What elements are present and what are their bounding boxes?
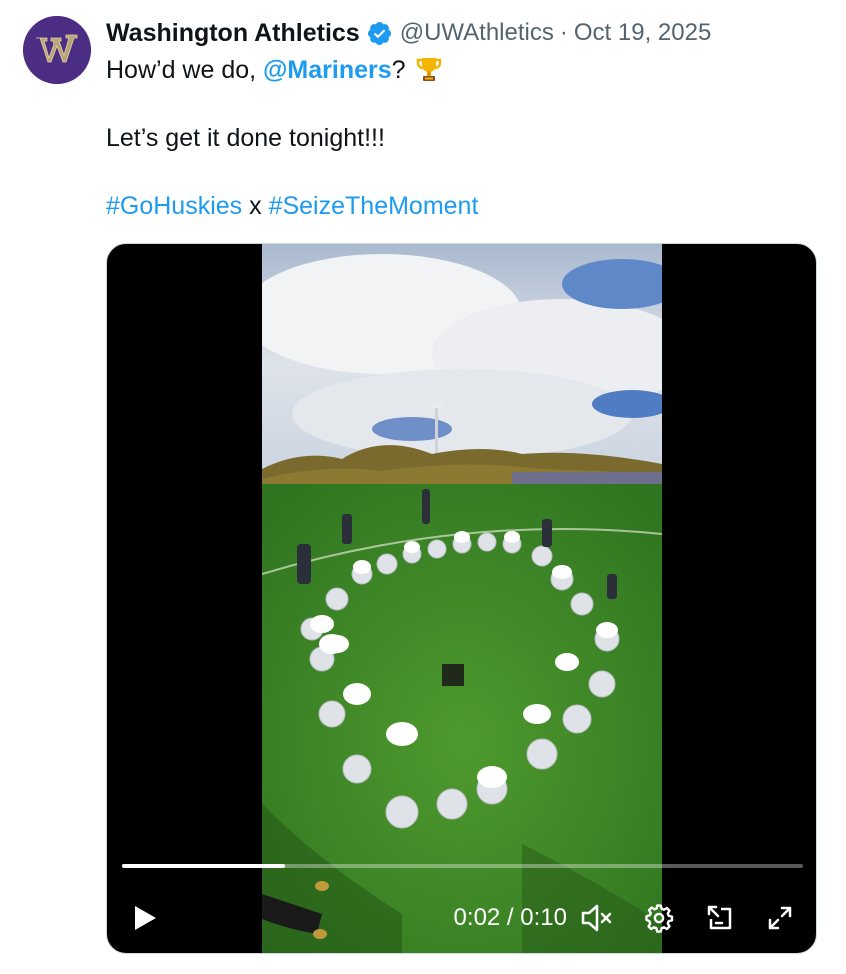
avatar[interactable] <box>23 16 91 84</box>
settings-button[interactable] <box>637 888 681 948</box>
volume-muted-icon <box>581 904 612 932</box>
hashtag-link[interactable]: #GoHuskies <box>106 192 242 220</box>
uw-logo-icon <box>23 16 91 84</box>
hashtag-joiner: x <box>242 192 269 220</box>
settings-icon <box>645 904 674 933</box>
duration: 0:10 <box>520 904 567 931</box>
mention-link[interactable]: @Mariners <box>263 56 392 84</box>
current-time: 0:02 <box>453 904 501 931</box>
play-button[interactable] <box>121 888 169 948</box>
video-player[interactable]: 0:02 / 0:10 <box>106 243 817 954</box>
separator-dot: · <box>559 19 568 46</box>
picture-in-picture-button[interactable] <box>698 888 742 948</box>
tweet-text: How’d we do, <box>106 56 264 84</box>
picture-in-picture-icon <box>707 905 732 930</box>
time-separator: / <box>500 904 521 931</box>
play-icon <box>135 906 156 930</box>
verified-badge-icon <box>366 20 393 47</box>
video-time: 0:02 / 0:10 <box>407 888 567 948</box>
tweet-text-line-2: Let’s get it done tonight!!! <box>106 124 385 152</box>
tweet-header: Washington Athletics @UWAthletics · Oct … <box>106 16 711 50</box>
video-progress-fill <box>122 864 286 868</box>
tweet-hashtags: #GoHuskies x #SeizeTheMoment <box>106 189 478 223</box>
video-controls: 0:02 / 0:10 <box>107 888 816 948</box>
tweet-text: ? <box>391 56 406 84</box>
tweet-date[interactable]: Oct 19, 2025 <box>574 19 711 47</box>
trophy-icon <box>414 54 444 84</box>
video-frame[interactable] <box>262 244 662 953</box>
author-handle[interactable]: @UWAthletics <box>400 19 554 47</box>
hashtag-link[interactable]: #SeizeTheMoment <box>269 192 479 220</box>
fullscreen-icon <box>768 906 792 930</box>
video-progress-bar[interactable] <box>122 864 803 868</box>
fullscreen-button[interactable] <box>758 888 802 948</box>
mute-button[interactable] <box>575 888 619 948</box>
tweet: Washington Athletics @UWAthletics · Oct … <box>0 0 846 974</box>
tweet-text-line-1: How’d we do, @Mariners? <box>106 53 444 87</box>
display-name[interactable]: Washington Athletics <box>106 19 360 48</box>
video-thumbnail <box>262 244 662 953</box>
